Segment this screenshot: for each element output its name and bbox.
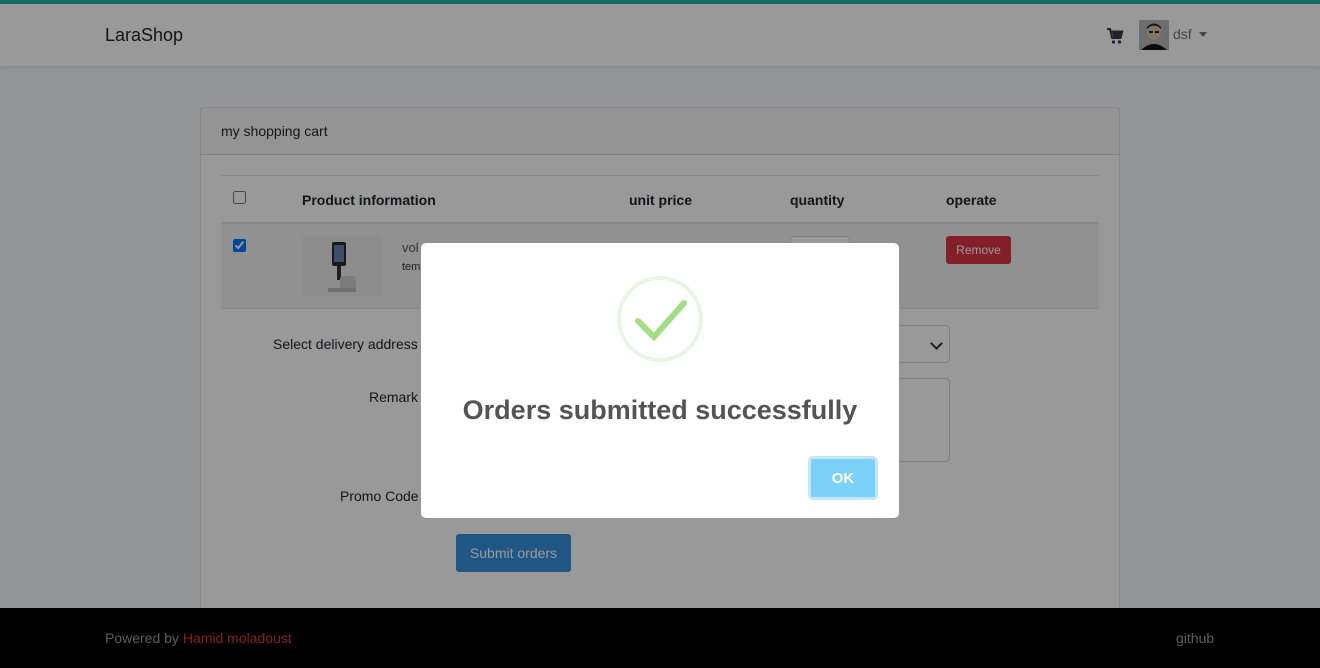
dialog-title: Orders submitted successfully [462,395,858,425]
success-dialog: Orders submitted successfully OK [421,243,899,518]
ok-button[interactable]: OK [808,456,878,500]
success-check-icon [617,276,703,362]
